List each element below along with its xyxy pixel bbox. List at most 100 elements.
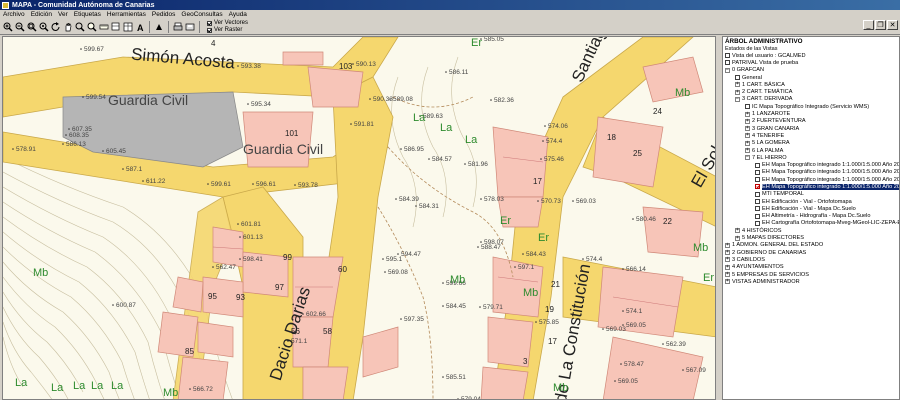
expand-icon[interactable]: + [725, 264, 730, 270]
layer-checkbox[interactable] [755, 191, 760, 197]
restore-button[interactable]: ❐ [875, 20, 886, 30]
expand-icon[interactable]: + [725, 279, 730, 285]
layer-checkbox[interactable] [755, 220, 760, 226]
find-icon[interactable] [86, 21, 97, 32]
expand-icon[interactable]: + [725, 272, 730, 278]
close-button[interactable]: ✕ [887, 20, 898, 30]
tree-node[interactable]: −0 GRAFCAN [725, 67, 898, 74]
tree-node[interactable]: EH Edificación - Vial - Ortofotomapa [725, 198, 898, 205]
expand-icon[interactable]: + [745, 148, 750, 153]
tree-node[interactable]: MTI TEMPORAL [725, 191, 898, 198]
layer-checkbox[interactable] [755, 199, 760, 205]
measure-icon[interactable] [98, 21, 109, 32]
menu-herramientas[interactable]: Herramientas [104, 11, 149, 18]
info-icon[interactable]: A [134, 21, 145, 32]
zoom-in-icon[interactable] [2, 21, 13, 32]
expand-icon[interactable]: + [725, 257, 730, 263]
view-vectors-label: Ver Vectores [214, 19, 249, 26]
expand-icon[interactable]: + [735, 82, 740, 88]
tree-node[interactable]: +2 GOBIERNO DE CANARIAS [725, 249, 898, 256]
tree-node[interactable]: PATRIVAL Vista de prueba [725, 59, 898, 66]
zoom-out-icon[interactable] [14, 21, 25, 32]
tree-node[interactable]: +2 CART. TEMÁTICA [725, 88, 898, 95]
tree-node-label: 4 HISTÓRICOS [742, 227, 782, 234]
view-raster-toggle[interactable]: Ver Raster [207, 27, 248, 34]
layer-checkbox[interactable] [735, 75, 740, 81]
tree-node[interactable]: +4 TENERIFE [725, 132, 898, 139]
expand-icon[interactable]: + [745, 126, 750, 132]
sync-icon[interactable] [153, 21, 164, 32]
tree-node-label: 1 CART. BÁSICA [742, 81, 785, 88]
minimize-button[interactable]: _ [863, 20, 874, 30]
layer-checkbox[interactable] [755, 206, 760, 212]
export-icon[interactable] [184, 21, 195, 32]
refresh-icon[interactable] [50, 21, 61, 32]
identify-icon[interactable] [74, 21, 85, 32]
print-icon[interactable] [172, 21, 183, 32]
layer-checkbox[interactable] [725, 60, 730, 66]
menu-edicion[interactable]: Edición [28, 11, 55, 18]
tree-node[interactable]: +3 CABILDOS [725, 256, 898, 263]
zoom-window-icon[interactable] [26, 21, 37, 32]
tree-node[interactable]: EH Mapa Topográfico integrado 1:1.000/1:… [725, 176, 899, 183]
tree-node[interactable]: EH Edificación - Vial - Mapa Dc.Suelo [725, 205, 898, 212]
tree-node[interactable]: EH Cartografía Ortofotomapa-Mveg-MGeol-L… [725, 220, 899, 227]
layer-checkbox[interactable] [745, 104, 750, 110]
expand-icon[interactable]: + [745, 118, 750, 124]
view-raster-checkbox[interactable] [207, 27, 212, 33]
menu-ver[interactable]: Ver [55, 11, 71, 18]
pan-icon[interactable] [62, 21, 73, 32]
menu-archivo[interactable]: Archivo [0, 11, 28, 18]
tree-node[interactable]: −7 EL HIERRO [725, 154, 898, 161]
tree-node[interactable]: +4 AYUNTAMIENTOS [725, 264, 898, 271]
menu-pedidos[interactable]: Pedidos [149, 11, 179, 18]
tree-node[interactable]: + VISTAS ADMINISTRADOR [725, 278, 898, 285]
collapse-icon[interactable]: − [735, 96, 740, 102]
tree-node[interactable]: +5 LA GOMERA [725, 140, 898, 147]
expand-icon[interactable]: + [735, 228, 740, 234]
tree-node[interactable]: EH Altimetría - Hidrografía - Mapa Dc.Su… [725, 213, 898, 220]
table-icon[interactable] [122, 21, 133, 32]
expand-icon[interactable]: + [725, 250, 730, 256]
tree-node[interactable]: +4 HISTÓRICOS [725, 227, 898, 234]
spot-height-dot [480, 198, 482, 200]
tree-node[interactable]: EH Mapa Topográfico integrado 1:1.000/1:… [725, 161, 899, 168]
layer-checkbox[interactable] [725, 53, 730, 59]
tree-node[interactable]: +1 LANZAROTE [725, 110, 898, 117]
layer-checkbox[interactable] [755, 213, 760, 219]
tree-node[interactable]: +1 CART. BÁSICA [725, 81, 898, 88]
layer-checkbox[interactable] [755, 177, 760, 183]
map-canvas[interactable]: 599.67 599.54 593.38 590.13 585.05 582.36 574.… [2, 36, 716, 400]
spot-height-label: 579.04 [461, 396, 481, 400]
tree-node[interactable]: +5 MAPAS DIRECTORES [725, 234, 898, 241]
collapse-icon[interactable]: − [745, 155, 750, 161]
expand-icon[interactable]: + [745, 133, 750, 139]
tree-node[interactable]: +2 FUERTEVENTURA [725, 118, 898, 125]
tree-node[interactable]: Vista del usuario : GCALMED [725, 52, 898, 59]
layer-checkbox[interactable] [755, 169, 760, 175]
tree-node[interactable]: EH Mapa Topográfico integrado 1:1.000/1:… [725, 183, 899, 190]
menu-geoconsultas[interactable]: GeoConsultas [178, 11, 225, 18]
tree-node[interactable]: +1 ADMON. GENERAL DEL ESTADO [725, 242, 898, 249]
layers-icon[interactable] [110, 21, 121, 32]
layer-checkbox[interactable] [755, 162, 760, 168]
expand-icon[interactable]: + [745, 111, 750, 117]
menu-ayuda[interactable]: Ayuda [226, 11, 250, 18]
collapse-icon[interactable]: − [725, 67, 730, 73]
expand-icon[interactable]: + [735, 235, 740, 241]
expand-icon[interactable]: + [745, 140, 750, 146]
tree-node[interactable]: +3 GRAN CANARIA [725, 125, 898, 132]
view-vectors-checkbox[interactable] [207, 20, 212, 26]
tree-node[interactable]: −3 CART. DERIVADA [725, 96, 898, 103]
zoom-extent-icon[interactable] [38, 21, 49, 32]
expand-icon[interactable]: + [735, 89, 740, 95]
tree-node[interactable]: +5 EMPRESAS DE SERVICIOS [725, 271, 898, 278]
tree-node[interactable]: +6 LA PALMA [725, 147, 898, 154]
layer-checkbox[interactable] [755, 184, 760, 190]
tree-node[interactable]: EH Mapa Topográfico integrado 1:1.000/1:… [725, 169, 899, 176]
tree-node[interactable]: General [725, 74, 898, 81]
menu-etiquetas[interactable]: Etiquetas [71, 11, 104, 18]
tree-node[interactable]: IC Mapa Topográfico Integrado (Servicio … [725, 103, 898, 110]
expand-icon[interactable]: + [725, 242, 730, 248]
view-vectors-toggle[interactable]: Ver Vectores [207, 20, 248, 27]
